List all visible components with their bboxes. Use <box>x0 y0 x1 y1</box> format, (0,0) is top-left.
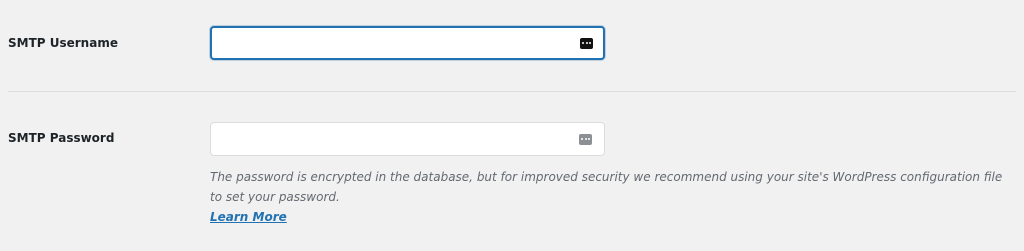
smtp-username-input[interactable] <box>212 28 603 58</box>
smtp-username-field[interactable] <box>210 26 605 60</box>
smtp-password-description: The password is encrypted in the databas… <box>210 170 1003 204</box>
learn-more-link[interactable]: Learn More <box>210 207 287 227</box>
smtp-password-label: SMTP Password <box>8 131 115 145</box>
smtp-settings-form: SMTP Username SMTP Password The password… <box>0 0 1024 251</box>
password-manager-icon[interactable] <box>580 37 593 49</box>
password-manager-icon[interactable] <box>579 133 592 145</box>
smtp-username-row: SMTP Username <box>0 0 1024 91</box>
smtp-username-label: SMTP Username <box>8 36 118 50</box>
smtp-password-field[interactable] <box>210 122 605 156</box>
smtp-password-row: SMTP Password The password is encrypted … <box>0 92 1024 251</box>
smtp-password-input[interactable] <box>211 123 604 155</box>
